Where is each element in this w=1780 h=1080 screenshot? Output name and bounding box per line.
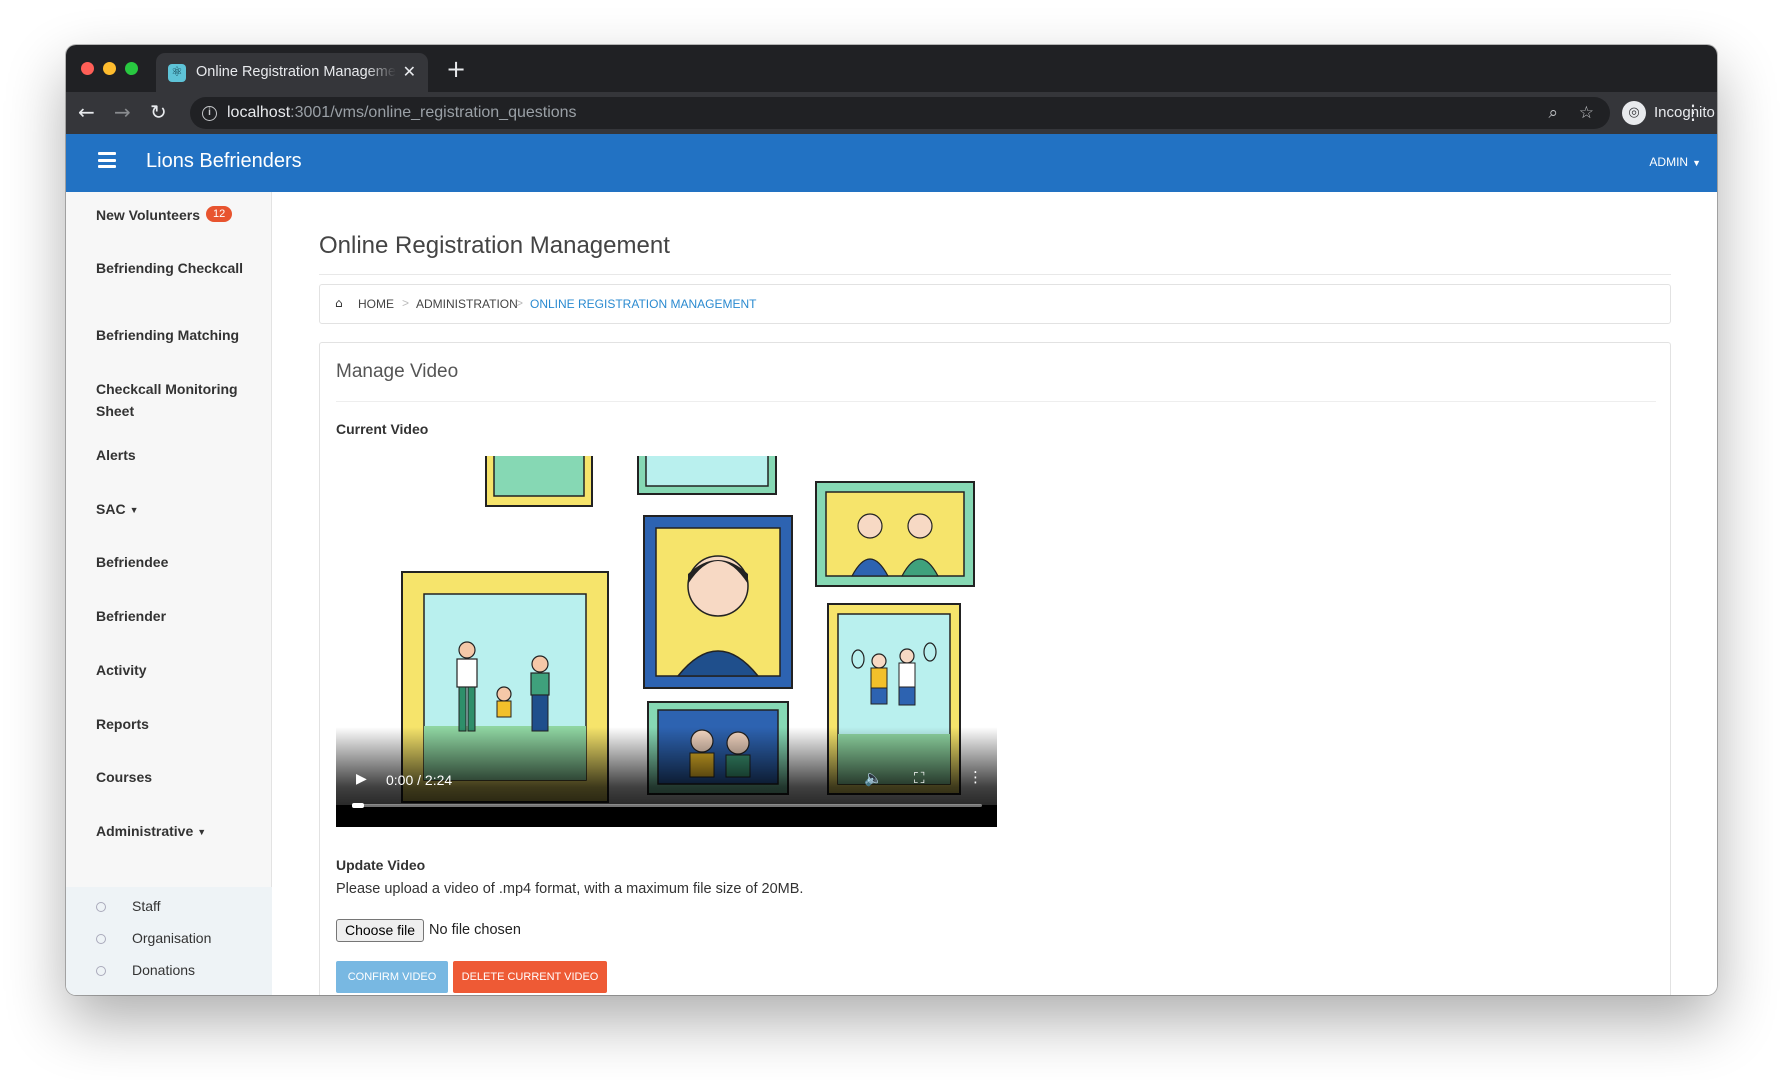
video-seek-bar[interactable] [352,803,982,808]
react-icon: ⚛ [168,64,186,82]
seek-handle[interactable] [352,803,364,808]
caret-down-icon: ▼ [1692,158,1701,168]
divider [319,274,1671,275]
administrative-submenu: Staff Organisation Donations [66,887,272,995]
close-icon[interactable]: ✕ [403,62,416,81]
caret-down-icon: ▼ [197,827,207,837]
address-bar[interactable]: i localhost:3001/vms/online_registration… [190,97,1610,129]
tab-strip: ⚛ Online Registration Management ✕ + [66,45,1717,92]
breadcrumb-administration[interactable]: ADMINISTRATION [416,297,518,311]
manage-video-card: Manage Video Current Video ▶ 0:00 / 2:24… [319,342,1671,995]
choose-file-button[interactable]: Choose file [336,919,424,942]
star-icon[interactable]: ☆ [1579,103,1594,123]
circle-icon [96,934,106,944]
zoom-icon[interactable]: ⌕ [1548,103,1558,123]
volume-icon[interactable]: 🔈 [864,769,883,787]
caret-down-icon: ▼ [129,505,139,515]
incognito-icon: ◎ [1622,101,1646,125]
user-menu[interactable]: ADMIN ▼ [1649,155,1701,169]
breadcrumb-current: ONLINE REGISTRATION MANAGEMENT [530,297,757,311]
sidebar-item-courses[interactable]: Courses [96,766,256,788]
url-host: localhost [227,104,291,121]
main-content: Online Registration Management ⌂ HOME > … [272,192,1717,995]
sidebar: New Volunteers 12 Befriending Checkcall B… [66,192,272,995]
circle-icon [96,902,106,912]
update-video-label: Update Video [336,857,426,873]
breadcrumb-home[interactable]: HOME [358,297,394,311]
upload-help-text: Please upload a video of .mp4 format, wi… [336,881,804,897]
sidebar-item-reports[interactable]: Reports [96,713,256,735]
breadcrumb-separator: > [402,296,410,310]
more-icon[interactable]: ⋮ [968,768,983,786]
sidebar-item-administrative[interactable]: Administrative ▼ [96,820,256,843]
reload-icon[interactable]: ↻ [150,100,167,124]
sidebar-subitem-label: Organisation [132,930,212,946]
app-header: Lions Befrienders ADMIN ▼ [66,134,1717,192]
sidebar-item-checkcall-monitoring-sheet[interactable]: Checkcall Monitoring Sheet [96,378,256,422]
breadcrumb-separator: > [516,296,524,310]
close-window-button[interactable] [81,62,94,75]
sidebar-item-activity[interactable]: Activity [96,659,256,681]
sidebar-item-befriender[interactable]: Befriender [96,605,256,627]
sidebar-item-befriending-checkcall[interactable]: Befriending Checkcall [96,257,256,279]
sidebar-subitem-label: Staff [132,898,161,914]
brand-title[interactable]: Lions Befrienders [146,150,302,173]
sidebar-item-befriending-matching[interactable]: Befriending Matching [96,324,256,346]
user-menu-label: ADMIN [1649,155,1689,169]
count-badge: 12 [206,206,233,222]
fullscreen-icon[interactable]: ⛶ [914,769,925,787]
tab-title: Online Registration Management [196,64,396,80]
browser-toolbar: ← → ↻ i localhost:3001/vms/online_regist… [66,92,1717,134]
hamburger-icon[interactable] [98,152,116,168]
url-path: :3001/vms/online_registration_questions [290,104,577,121]
browser-window: ⚛ Online Registration Management ✕ + ← →… [66,45,1717,995]
confirm-video-button[interactable]: CONFIRM VIDEO [336,961,448,993]
sidebar-item-label: New Volunteers [96,207,200,223]
circle-icon [96,966,106,976]
sidebar-item-sac[interactable]: SAC ▼ [96,498,256,521]
sidebar-item-label: SAC [96,501,126,517]
video-time: 0:00 / 2:24 [386,772,453,788]
page-title: Online Registration Management [319,232,670,259]
info-icon[interactable]: i [202,106,217,121]
file-status-text: No file chosen [429,922,521,938]
sidebar-item-befriendee[interactable]: Befriendee [96,551,256,573]
home-icon[interactable]: ⌂ [335,296,343,310]
sidebar-subitem-label: Donations [132,962,196,978]
breadcrumb: ⌂ HOME > ADMINISTRATION > ONLINE REGISTR… [319,284,1671,324]
delete-video-button[interactable]: DELETE CURRENT VIDEO [453,961,607,993]
kebab-icon[interactable]: ⋮ [1683,100,1703,124]
current-video-label: Current Video [336,421,429,437]
video-player[interactable]: ▶ 0:00 / 2:24 🔈 ⛶ ⋮ [336,456,997,827]
minimize-window-button[interactable] [103,62,116,75]
forward-arrow-icon[interactable]: → [114,100,131,124]
sidebar-item-label: Administrative [96,823,194,839]
sidebar-item-new-volunteers[interactable]: New Volunteers 12 [96,204,256,226]
divider [336,401,1656,402]
url-text[interactable]: localhost:3001/vms/online_registration_q… [227,104,577,122]
plus-icon[interactable]: + [446,55,466,83]
browser-tab[interactable]: ⚛ Online Registration Management ✕ [156,53,428,92]
back-arrow-icon[interactable]: ← [78,100,95,124]
sidebar-item-alerts[interactable]: Alerts [96,444,256,466]
maximize-window-button[interactable] [125,62,138,75]
video-controls-bar [336,805,997,827]
play-icon[interactable]: ▶ [356,771,367,787]
card-title: Manage Video [336,361,459,382]
